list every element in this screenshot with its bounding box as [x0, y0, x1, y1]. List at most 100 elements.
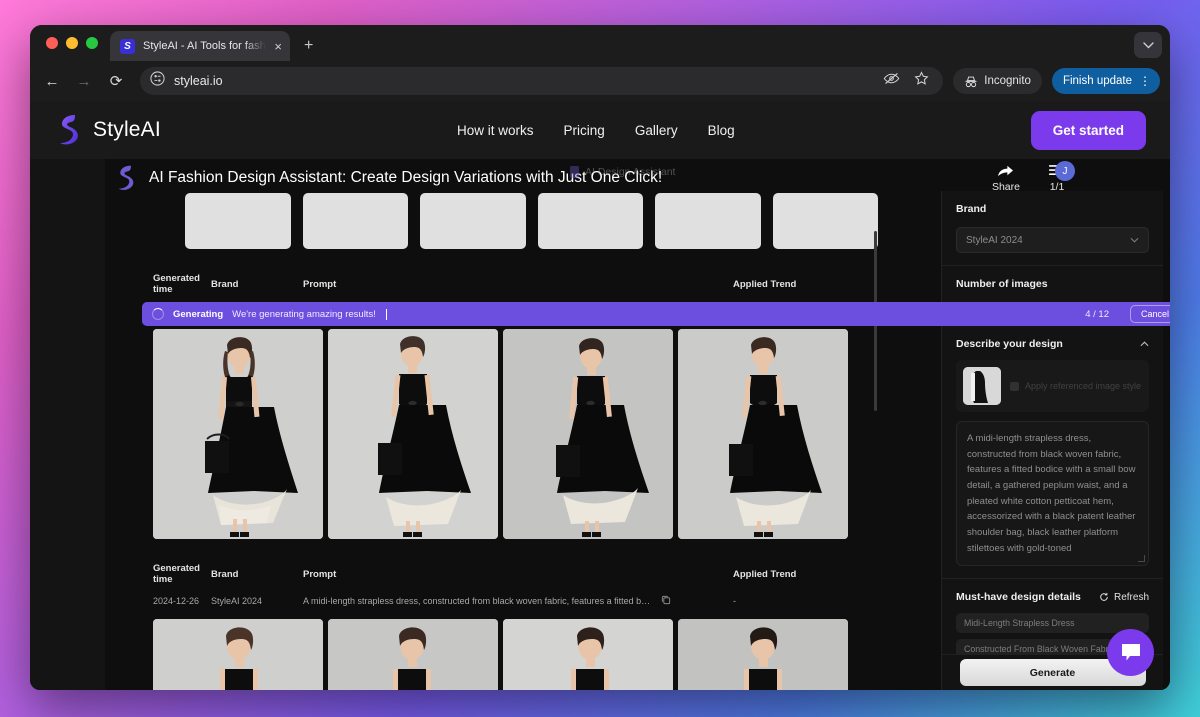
generated-image[interactable] [328, 619, 498, 690]
browser-tab-strip: S StyleAI - AI Tools for fashion d × + [30, 25, 1170, 61]
apply-reference-style-option[interactable]: Apply referenced image style [1010, 381, 1141, 391]
address-bar[interactable]: styleai.io [140, 67, 943, 95]
maximize-window-button[interactable] [86, 37, 98, 49]
chevron-down-icon[interactable] [1134, 32, 1162, 58]
tab-title: StyleAI - AI Tools for fashion d [143, 40, 266, 52]
minimize-window-button[interactable] [66, 37, 78, 49]
share-button[interactable]: Share [992, 163, 1020, 193]
cancel-button[interactable]: Cancel [1130, 305, 1170, 323]
browser-tab[interactable]: S StyleAI - AI Tools for fashion d × [110, 31, 290, 61]
column-applied-trend: Applied Trend [733, 279, 853, 290]
placeholder-card [773, 193, 879, 249]
generating-status-bar: Generating We're generating amazing resu… [142, 302, 1170, 326]
eye-off-icon[interactable] [883, 71, 900, 91]
tune-icon[interactable] [150, 71, 165, 91]
page-viewport: StyleAI How it works Pricing Gallery Blo… [30, 101, 1170, 690]
brand-select[interactable]: StyleAI 2024 [956, 227, 1149, 253]
browser-window: S StyleAI - AI Tools for fashion d × + ←… [30, 25, 1170, 690]
back-button[interactable]: ← [38, 67, 66, 95]
results-scroll-area[interactable]: Generated time Brand Prompt Applied Tren… [105, 191, 878, 690]
url-text: styleai.io [174, 74, 223, 88]
settings-sidebar: Brand StyleAI 2024 Number of images 4 [941, 191, 1163, 690]
generated-image[interactable] [328, 329, 498, 539]
cell-prompt: A midi-length strapless dress, construct… [303, 596, 653, 606]
styleai-logo-icon: S [120, 39, 135, 54]
generated-image[interactable] [153, 329, 323, 539]
resize-handle[interactable] [1138, 555, 1145, 562]
column-generated-time: Generated time [153, 563, 211, 585]
chat-bubble-button[interactable] [1107, 629, 1154, 676]
close-window-button[interactable] [46, 37, 58, 49]
result-thumbnails [153, 329, 853, 539]
tab-search-area [1134, 32, 1162, 58]
placeholder-card [538, 193, 644, 249]
describe-design-section: Describe your design [942, 326, 1163, 579]
result-columns: Generated time Brand Prompt Applied Tren… [153, 273, 853, 295]
finish-update-label: Finish update [1063, 75, 1132, 87]
reference-thumbnail[interactable] [963, 367, 1001, 405]
brand-section-title: Brand [956, 203, 1149, 215]
column-brand: Brand [211, 569, 303, 580]
must-have-details-title: Must-have design details [956, 591, 1081, 603]
assistant-label: AI Design Assistant [585, 166, 675, 178]
placeholder-card [655, 193, 761, 249]
checkbox-icon[interactable] [1010, 382, 1019, 391]
placeholder-row [105, 193, 878, 249]
browser-toolbar: ← → ⟳ styleai.io [30, 61, 1170, 101]
result-thumbnails [153, 619, 853, 690]
placeholder-card [303, 193, 409, 249]
incognito-label: Incognito [984, 75, 1031, 87]
share-arrow-icon [997, 163, 1014, 178]
avatar[interactable]: J [1055, 161, 1075, 181]
refresh-label: Refresh [1114, 592, 1149, 603]
new-tab-button[interactable]: + [290, 31, 327, 61]
app-logo-icon [115, 164, 137, 192]
nav-link-blog[interactable]: Blog [708, 123, 735, 138]
generating-message: We're generating amazing results! [232, 309, 376, 320]
cell-generated-time: 2024-12-26 [153, 596, 211, 606]
copy-icon[interactable] [661, 595, 671, 607]
pages-indicator[interactable]: J 1/1 [1048, 163, 1066, 193]
placeholder-card [420, 193, 526, 249]
star-icon[interactable] [914, 71, 929, 91]
generating-count: 4 / 12 [1085, 309, 1109, 320]
chevron-up-icon[interactable] [1140, 339, 1149, 349]
forward-button[interactable]: → [70, 67, 98, 95]
refresh-icon [1099, 592, 1109, 602]
generated-image[interactable] [503, 329, 673, 539]
result-columns: Generated time Brand Prompt Applied Tren… [153, 563, 853, 585]
generated-image[interactable] [153, 619, 323, 690]
incognito-indicator[interactable]: Incognito [953, 68, 1042, 94]
get-started-button[interactable]: Get started [1031, 111, 1146, 150]
chevron-down-icon [1130, 235, 1139, 246]
close-icon[interactable]: × [274, 40, 282, 53]
chat-bubble-icon [1119, 642, 1143, 663]
design-prompt-textarea[interactable]: A midi-length strapless dress, construct… [956, 421, 1149, 566]
column-prompt: Prompt [303, 279, 733, 290]
column-applied-trend: Applied Trend [733, 569, 853, 580]
styleai-logo-icon [56, 113, 82, 147]
column-prompt: Prompt [303, 569, 733, 580]
generated-image[interactable] [678, 329, 848, 539]
loading-spinner-icon [152, 308, 164, 320]
finish-update-button[interactable]: Finish update ⋮ [1052, 68, 1160, 94]
number-of-images-title: Number of images [956, 278, 1149, 290]
reference-image-row[interactable]: Apply referenced image style [956, 360, 1149, 412]
generated-image[interactable] [678, 619, 848, 690]
reload-button[interactable]: ⟳ [102, 67, 130, 95]
browser-menu-button[interactable]: ⋮ [1139, 75, 1151, 87]
describe-design-title: Describe your design [956, 338, 1063, 350]
generated-image[interactable] [503, 619, 673, 690]
generating-label: Generating [173, 309, 223, 320]
brand-select-value: StyleAI 2024 [966, 235, 1023, 246]
nav-link-how-it-works[interactable]: How it works [457, 123, 534, 138]
site-navbar: StyleAI How it works Pricing Gallery Blo… [30, 101, 1170, 159]
placeholder-card [185, 193, 291, 249]
text-caret [386, 309, 387, 320]
column-brand: Brand [211, 279, 303, 290]
refresh-details-button[interactable]: Refresh [1099, 592, 1149, 603]
site-brand[interactable]: StyleAI [56, 113, 161, 147]
nav-link-gallery[interactable]: Gallery [635, 123, 678, 138]
site-nav-links: How it works Pricing Gallery Blog [457, 123, 735, 138]
nav-link-pricing[interactable]: Pricing [564, 123, 605, 138]
